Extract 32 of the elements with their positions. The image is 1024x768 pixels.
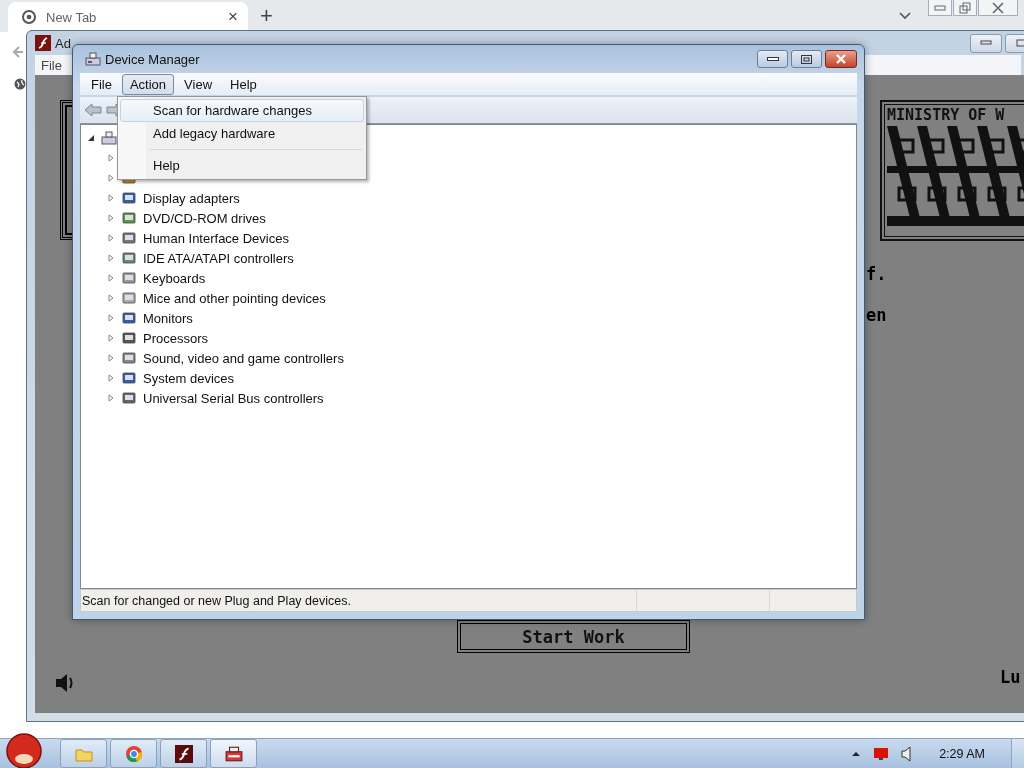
tree-item[interactable]: Processors <box>143 330 209 346</box>
game-text: Lu <box>1000 667 1021 687</box>
tree-item[interactable]: IDE ATA/ATAPI controllers <box>143 250 294 266</box>
menu-item[interactable]: Help <box>222 73 265 95</box>
window-title: Ad <box>55 35 71 51</box>
game-text: en <box>866 305 887 325</box>
tree-item[interactable]: Monitors <box>143 310 193 326</box>
tree-item[interactable]: Mice and other pointing devices <box>143 290 326 306</box>
menu-item[interactable]: Scan for hardware changes <box>120 99 364 122</box>
tree-item[interactable]: Sound, video and game controllers <box>143 350 344 366</box>
tree-item[interactable]: System devices <box>143 370 235 386</box>
menu-item[interactable]: Add legacy hardware <box>120 122 364 145</box>
new-tab-button[interactable]: + <box>260 3 273 29</box>
menu-item[interactable]: Action <box>121 73 175 95</box>
tree-item[interactable]: Keyboards <box>143 270 206 286</box>
tree-item[interactable]: Display adapters <box>143 190 240 206</box>
clock[interactable]: 2:29 AM <box>939 746 985 761</box>
browser-tab[interactable]: New Tab × <box>8 2 248 32</box>
tab-title: New Tab <box>46 9 98 25</box>
menu-item[interactable]: View <box>176 73 221 95</box>
menu-item[interactable]: File <box>83 73 120 95</box>
menu-item[interactable]: File <box>35 57 68 73</box>
poster-title: MINISTRY OF W <box>887 107 1006 124</box>
tree-item[interactable]: Universal Serial Bus controllers <box>143 390 324 406</box>
window-title: Device Manager <box>105 51 200 67</box>
close-tab-button[interactable]: × <box>228 7 238 27</box>
tree-item[interactable]: DVD/CD-ROM drives <box>143 210 266 226</box>
tree-item[interactable]: Human Interface Devices <box>143 230 289 246</box>
game-text: f. <box>866 264 887 284</box>
menu-item[interactable]: Help <box>120 154 364 177</box>
start-work-button[interactable]: Start Work <box>457 620 690 653</box>
status-text: Scan for changed or new Plug and Play devices. <box>81 593 352 608</box>
